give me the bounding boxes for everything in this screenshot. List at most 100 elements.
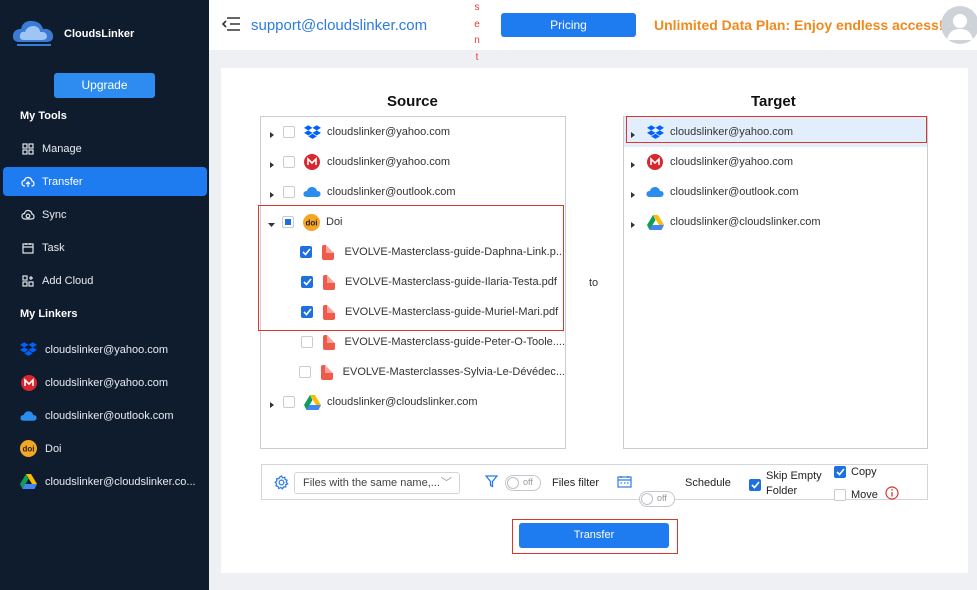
- nav-item-label: Task: [42, 241, 65, 254]
- caret-right-icon[interactable]: [269, 399, 275, 408]
- toggle-state: off: [657, 493, 667, 503]
- doi-icon: doi: [20, 440, 37, 457]
- files-filter-label: Files filter: [552, 477, 600, 489]
- my-tools-heading: My Tools: [20, 110, 67, 122]
- file-row[interactable]: EVOLVE-Masterclasses-Sylvia-Le-Dévédec..…: [261, 357, 565, 387]
- tree-row[interactable]: cloudslinker@outlook.com: [261, 177, 565, 207]
- avatar[interactable]: [941, 6, 977, 44]
- linker-label: cloudslinker@cloudslinker.co...: [45, 475, 196, 488]
- sent-letter: n: [474, 35, 480, 46]
- promo-banner[interactable]: Unlimited Data Plan: Enjoy endless acces…: [654, 17, 943, 33]
- conflict-policy-select[interactable]: Files with the same name,... ﹀: [294, 472, 460, 494]
- nav-item-label: Sync: [42, 208, 67, 221]
- nav-item-sync[interactable]: Sync: [3, 200, 207, 229]
- linker-item-doi[interactable]: doi Doi: [20, 440, 205, 457]
- schedule-label: Schedule: [685, 477, 731, 489]
- file-row-label: EVOLVE-Masterclass-guide-Peter-O-Toole..…: [344, 336, 565, 348]
- caret-right-icon[interactable]: [269, 159, 275, 168]
- calendar-icon: [21, 241, 35, 255]
- onedrive-icon: [646, 183, 664, 201]
- tree-row[interactable]: cloudslinker@yahoo.com: [261, 147, 565, 177]
- skip-empty-label: Skip Empty Folder: [766, 469, 822, 499]
- linker-item-onedrive[interactable]: cloudslinker@outlook.com: [20, 407, 205, 424]
- top-header: support@cloudslinker.com s e n t Pricing…: [209, 0, 977, 63]
- caret-right-icon[interactable]: [269, 189, 275, 198]
- caret-right-icon[interactable]: [269, 129, 275, 138]
- filter-icon: [485, 475, 498, 488]
- linker-item-mega[interactable]: cloudslinker@yahoo.com: [20, 374, 205, 391]
- skip-empty-checkbox[interactable]: [749, 479, 761, 491]
- target-row-label: cloudslinker@cloudslinker.com: [670, 216, 821, 228]
- menu-collapse-icon[interactable]: [221, 16, 241, 35]
- file-row-label: EVOLVE-Masterclasses-Sylvia-Le-Dévédec..…: [342, 366, 565, 378]
- caret-right-icon[interactable]: [630, 159, 636, 168]
- target-row[interactable]: cloudslinker@outlook.com: [624, 177, 927, 207]
- file-row[interactable]: EVOLVE-Masterclass-guide-Peter-O-Toole..…: [261, 327, 565, 357]
- grid-icon: [21, 142, 35, 156]
- move-checkbox[interactable]: [834, 489, 846, 501]
- linker-item-dropbox[interactable]: cloudslinker@yahoo.com: [20, 341, 205, 358]
- linker-label: Doi: [45, 442, 62, 455]
- dropbox-icon: [20, 341, 37, 358]
- target-row-label: cloudslinker@outlook.com: [670, 186, 799, 198]
- target-row-label: cloudslinker@yahoo.com: [670, 156, 794, 168]
- nav-item-task[interactable]: Task: [3, 233, 207, 262]
- checkbox[interactable]: [298, 366, 311, 378]
- target-title: Target: [751, 93, 796, 110]
- support-email-link[interactable]: support@cloudslinker.com: [251, 17, 427, 34]
- sent-letter: e: [474, 18, 480, 30]
- info-icon[interactable]: [885, 486, 899, 500]
- target-row[interactable]: cloudslinker@yahoo.com: [624, 147, 927, 177]
- app-logo[interactable]: CloudsLinker: [10, 14, 134, 53]
- my-linkers-heading: My Linkers: [20, 308, 78, 320]
- tree-row[interactable]: cloudslinker@yahoo.com: [261, 117, 565, 147]
- transfer-panel: Source Target cloudslinker@yahoo.com clo…: [221, 68, 968, 573]
- schedule-toggle[interactable]: off: [639, 491, 675, 507]
- linker-label: cloudslinker@yahoo.com: [45, 343, 169, 356]
- nav-item-add-cloud[interactable]: Add Cloud: [3, 266, 207, 295]
- sent-vertical-text: s e n t: [472, 0, 482, 66]
- caret-right-icon[interactable]: [630, 219, 636, 228]
- schedule-calendar-icon: [617, 475, 632, 488]
- mega-icon: [303, 153, 321, 171]
- cloud-logo-icon: [10, 14, 58, 53]
- pdf-icon: [322, 334, 335, 350]
- mega-icon: [646, 153, 664, 171]
- onedrive-icon: [303, 183, 321, 201]
- chevron-down-icon: ﹀: [441, 477, 452, 489]
- google-drive-icon: [20, 473, 37, 490]
- tree-row-label: cloudslinker@cloudslinker.com: [327, 396, 478, 408]
- sent-letter: t: [475, 51, 479, 63]
- add-grid-icon: [21, 274, 35, 288]
- checkbox[interactable]: [283, 156, 295, 168]
- source-title: Source: [387, 93, 438, 110]
- transfer-options-bar: Files with the same name,... ﹀ off Files…: [261, 464, 928, 507]
- google-drive-icon: [303, 393, 321, 411]
- copy-checkbox[interactable]: [834, 466, 846, 478]
- nav-item-label: Transfer: [42, 175, 83, 188]
- tree-row-label: cloudslinker@outlook.com: [327, 186, 456, 198]
- transfer-highlight: [512, 519, 678, 554]
- nav-item-manage[interactable]: Manage: [3, 134, 207, 163]
- linker-item-google-drive[interactable]: cloudslinker@cloudslinker.co...: [20, 473, 205, 490]
- cloud-sync-icon: [21, 208, 35, 222]
- dropbox-icon: [303, 123, 321, 141]
- settings-gear-icon[interactable]: [274, 475, 289, 490]
- checkbox[interactable]: [283, 126, 295, 138]
- pricing-button[interactable]: Pricing: [501, 13, 636, 37]
- checkbox[interactable]: [283, 186, 295, 198]
- checkbox[interactable]: [283, 396, 295, 408]
- nav-item-label: Manage: [42, 142, 82, 155]
- checkbox[interactable]: [300, 336, 313, 348]
- tree-row[interactable]: cloudslinker@cloudslinker.com: [261, 387, 565, 417]
- nav-item-transfer[interactable]: Transfer: [3, 167, 207, 196]
- copy-label: Copy: [851, 466, 877, 478]
- sidebar: CloudsLinker Upgrade My Tools Manage Tra…: [0, 0, 209, 590]
- files-filter-toggle[interactable]: off: [505, 475, 541, 491]
- app-name: CloudsLinker: [64, 27, 135, 40]
- skip-empty-line: Skip Empty: [766, 470, 822, 482]
- nav-item-label: Add Cloud: [42, 274, 94, 287]
- upgrade-button[interactable]: Upgrade: [54, 73, 155, 98]
- target-row[interactable]: cloudslinker@cloudslinker.com: [624, 207, 927, 237]
- caret-right-icon[interactable]: [630, 189, 636, 198]
